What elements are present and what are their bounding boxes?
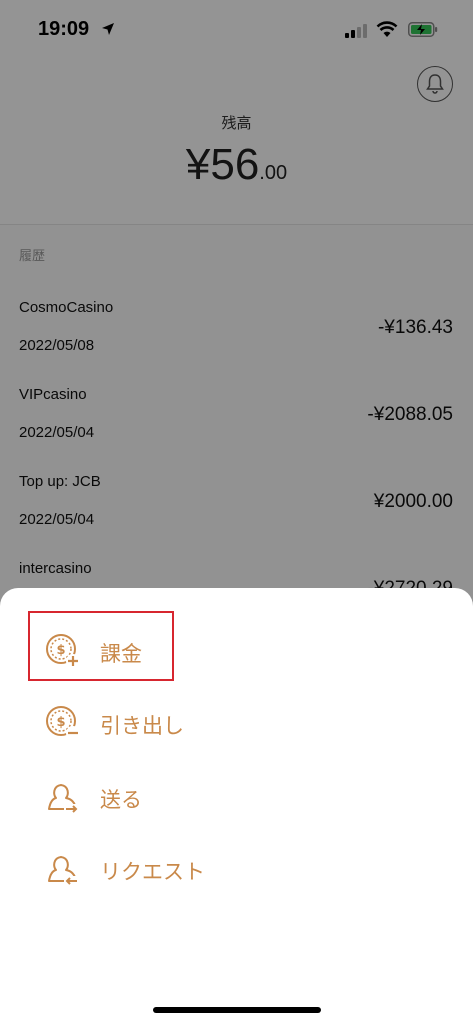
withdraw-label: 引き出し	[100, 714, 184, 738]
send-button[interactable]: 送る	[40, 772, 420, 820]
wallet-screen: 19:09 残高 ¥56.00 履歴 CosmoCasino 2022/05/0…	[0, 0, 473, 1024]
highlight-box	[28, 611, 174, 681]
send-label: 送る	[100, 788, 142, 812]
coin-minus-icon: $	[46, 706, 80, 740]
person-send-icon	[48, 784, 79, 814]
person-request-icon	[48, 856, 79, 886]
svg-text:$: $	[56, 715, 65, 730]
home-indicator	[153, 1007, 321, 1013]
request-label: リクエスト	[100, 860, 205, 884]
request-button[interactable]: リクエスト	[40, 844, 420, 892]
withdraw-button[interactable]: $ 引き出し	[40, 698, 420, 746]
